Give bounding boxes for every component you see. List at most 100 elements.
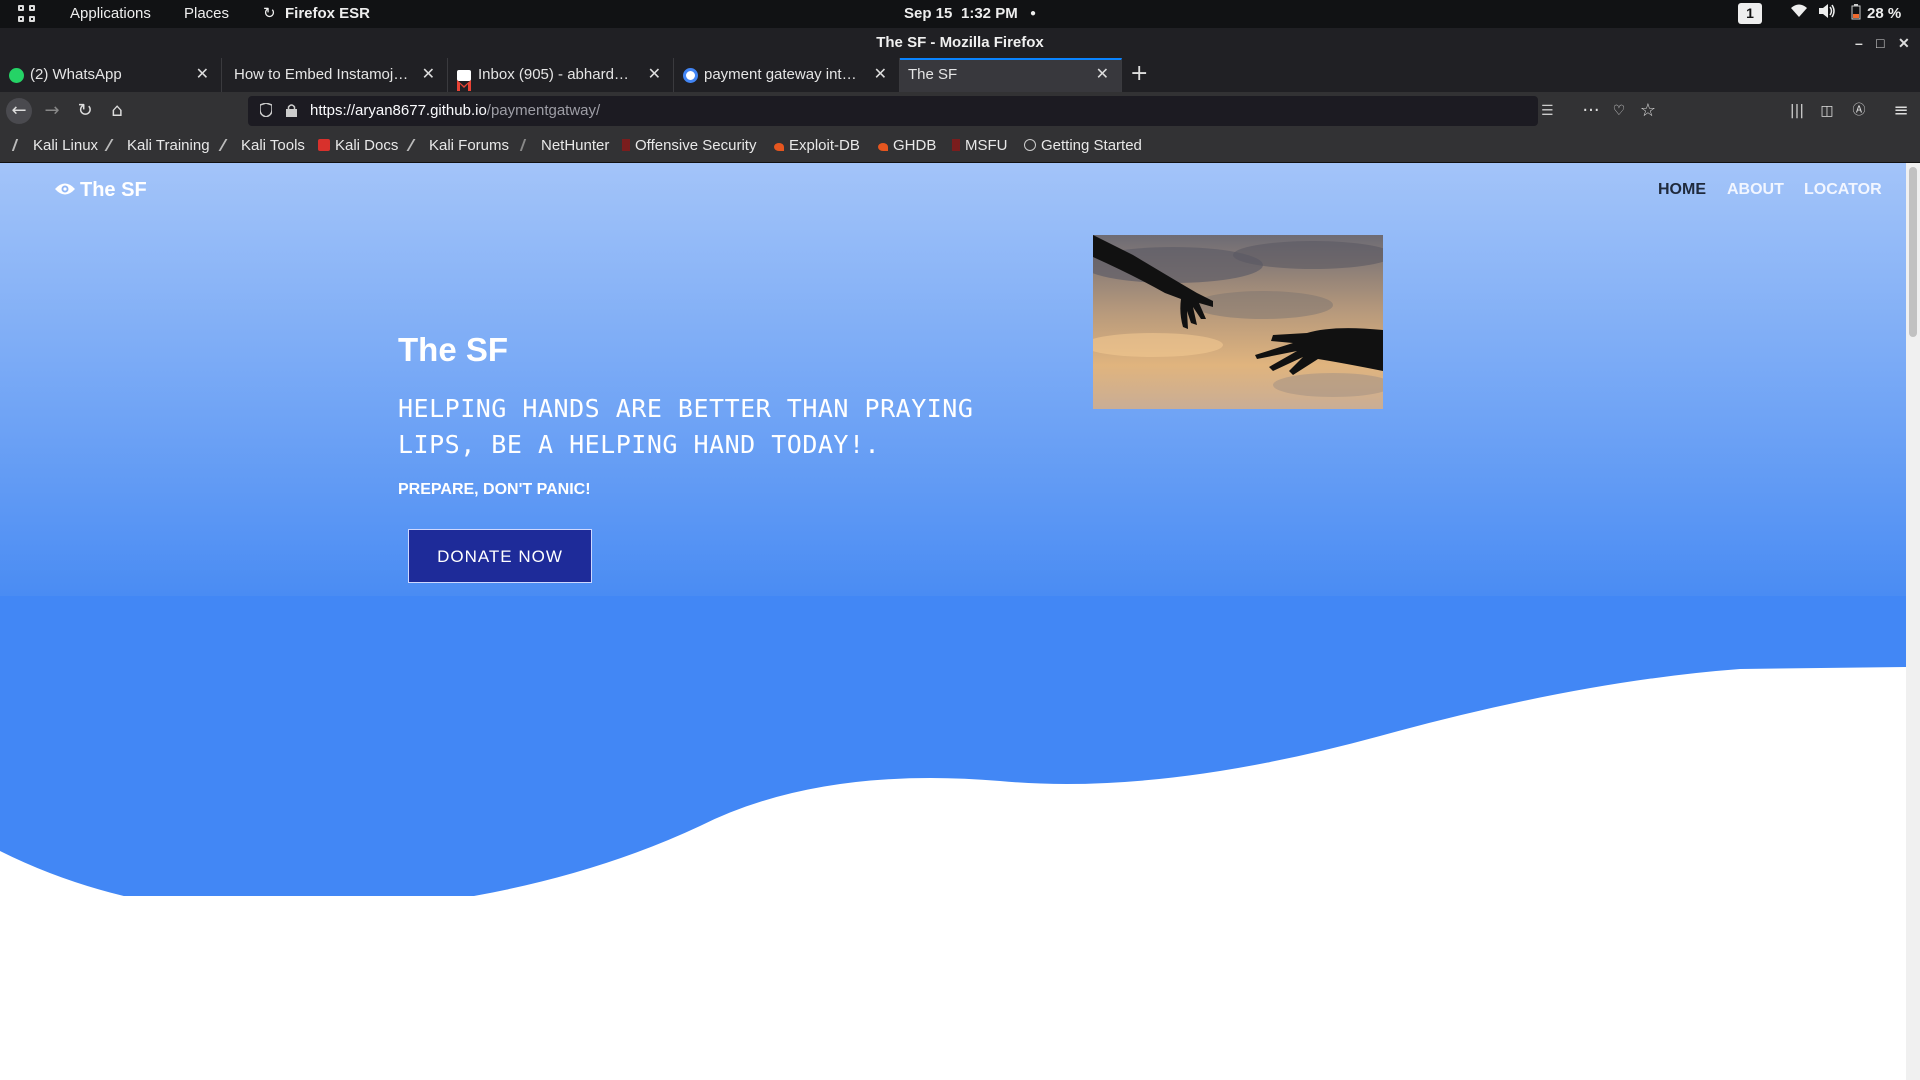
donate-now-button[interactable]: DONATE NOW [408,529,592,583]
tab-strip: (2) WhatsApp ✕ How to Embed Instamojo Do… [0,58,1920,92]
eye-icon [55,183,75,195]
ghdb-icon [878,143,888,151]
page-actions-icon[interactable]: ··· [1578,98,1604,124]
close-tab-icon[interactable]: ✕ [422,58,435,92]
firefox-icon: ↻ [263,5,276,22]
bookmark-label: MSFU [965,137,1008,154]
new-tab-icon[interactable]: + [1130,58,1148,90]
tab-gmail[interactable]: Inbox (905) - abhardwaz ✕ [448,58,674,92]
bookmark-label: Getting Started [1041,137,1142,154]
maximize-icon[interactable]: □ [1876,28,1884,58]
scrollbar-thumb[interactable] [1909,167,1917,337]
hero-section: The SF HOME ABOUT LOCATOR The SF HELPING… [0,163,1906,596]
applications-menu[interactable]: Applications [70,4,151,24]
hero-tagline: PREPARE, DON'T PANIC! [398,481,591,498]
site-brand[interactable]: The SF [54,179,147,202]
battery-percent: 28 % [1867,5,1902,22]
sidebar-icon[interactable]: ◫ [1814,98,1840,124]
tracking-shield-icon[interactable] [259,96,273,126]
active-app-label[interactable]: Firefox ESR [285,4,370,24]
url-bar[interactable]: https://aryan8677.github.io/paymentgatwa… [248,96,1554,126]
kali-icon [104,139,126,151]
reader-view-icon[interactable]: ☰ [1541,96,1554,126]
menu-icon[interactable]: ≡ [1888,98,1914,124]
url-text[interactable]: https://aryan8677.github.io/paymentgatwa… [310,96,600,126]
nav-about[interactable]: ABOUT [1727,181,1784,199]
gmail-icon [457,70,471,91]
bookmark-label: Kali Forums [429,137,510,154]
forward-icon[interactable]: → [39,98,65,124]
bookmark-kali-forums[interactable]: Kali Forums [406,130,510,162]
home-icon[interactable]: ⌂ [104,98,130,124]
bookmark-kali-docs[interactable]: Kali Docs [318,130,398,162]
exploit-db-icon [774,143,784,151]
wifi-icon[interactable] [1791,4,1807,24]
back-icon[interactable]: ← [6,98,32,124]
kali-icon [218,139,240,151]
bookmark-label: Offensive Security [635,137,757,154]
tab-label: The SF [908,66,958,83]
tab-google-search[interactable]: payment gateway integra ✕ [674,58,900,92]
url-path: /paymentgatway/ [486,102,601,119]
kali-icon [406,139,428,151]
volume-icon[interactable] [1818,4,1836,24]
bookmark-label: Kali Docs [335,137,399,154]
close-window-icon[interactable]: ✕ [1898,28,1910,58]
pocket-icon[interactable]: ♡ [1606,98,1632,124]
wave-shape [0,667,1906,896]
close-tab-icon[interactable]: ✕ [874,58,887,92]
kali-docs-icon [318,139,330,151]
bookmark-kali-training[interactable]: Kali Training [104,130,210,162]
bookmarks-toolbar: Kali Linux Kali Training Kali Tools Kali… [0,130,1920,163]
bookmark-getting-started[interactable]: Getting Started [1024,130,1142,162]
url-host: https://aryan8677.github.io [310,102,487,119]
bookmark-label: Kali Training [127,137,210,154]
nav-locator[interactable]: LOCATOR [1804,181,1882,199]
bookmark-label: NetHunter [541,137,610,154]
minimize-icon[interactable]: – [1855,28,1863,58]
app-grid-icon[interactable] [18,5,36,23]
battery-icon[interactable] [1851,4,1861,26]
notification-dot-icon: ● [1030,8,1037,19]
tab-label: payment gateway integra [704,66,863,83]
bookmark-label: Kali Linux [33,137,99,154]
bookmark-label: GHDB [893,137,937,154]
globe-icon [1024,139,1036,151]
bookmark-star-icon[interactable]: ☆ [1635,98,1661,124]
close-tab-icon[interactable]: ✕ [196,58,209,92]
bookmark-kali-tools[interactable]: Kali Tools [218,130,305,162]
whatsapp-icon [9,68,24,83]
tab-label: (2) WhatsApp [30,66,122,83]
library-icon[interactable]: ||| [1784,98,1810,124]
places-menu[interactable]: Places [184,4,229,24]
navigation-toolbar: ← → ↻ ⌂ https://aryan8677.github.io/paym… [0,92,1920,130]
clock-date[interactable]: Sep 15 [904,4,952,24]
hero-title: The SF [398,331,509,368]
close-tab-icon[interactable]: ✕ [648,58,661,92]
bookmark-label: Exploit-DB [789,137,860,154]
reload-icon[interactable]: ↻ [72,98,98,124]
nethunter-icon [519,139,539,151]
workspace-indicator[interactable]: 1 [1738,3,1762,24]
account-icon[interactable]: Ⓐ [1846,98,1872,124]
bookmark-msfu[interactable]: MSFU [952,130,1008,162]
lock-icon[interactable] [286,96,297,126]
tab-the-sf[interactable]: The SF ✕ [900,58,1122,92]
helping-hands-image [1093,235,1383,409]
system-top-bar: Applications Places ↻ Firefox ESR Sep 15… [0,0,1920,28]
google-icon [683,68,698,83]
page-scrollbar[interactable] [1906,163,1920,1080]
close-tab-icon[interactable]: ✕ [1096,60,1109,90]
bookmark-kali-linux[interactable]: Kali Linux [11,130,99,162]
bookmark-nethunter[interactable]: NetHunter [519,130,610,162]
bookmark-exploit-db[interactable]: Exploit-DB [774,130,860,162]
hero-subtitle: HELPING HANDS ARE BETTER THAN PRAYING LI… [398,394,974,459]
clock-time[interactable]: 1:32 PM [961,4,1018,24]
bookmark-ghdb[interactable]: GHDB [878,130,936,162]
tab-whatsapp[interactable]: (2) WhatsApp ✕ [0,58,222,92]
bookmark-offensive-security[interactable]: Offensive Security [622,130,756,162]
kali-icon [11,139,31,151]
tab-label: How to Embed Instamojo Do [234,66,411,83]
tab-instamojo[interactable]: How to Embed Instamojo Do ✕ [222,58,448,92]
nav-home[interactable]: HOME [1658,181,1706,199]
